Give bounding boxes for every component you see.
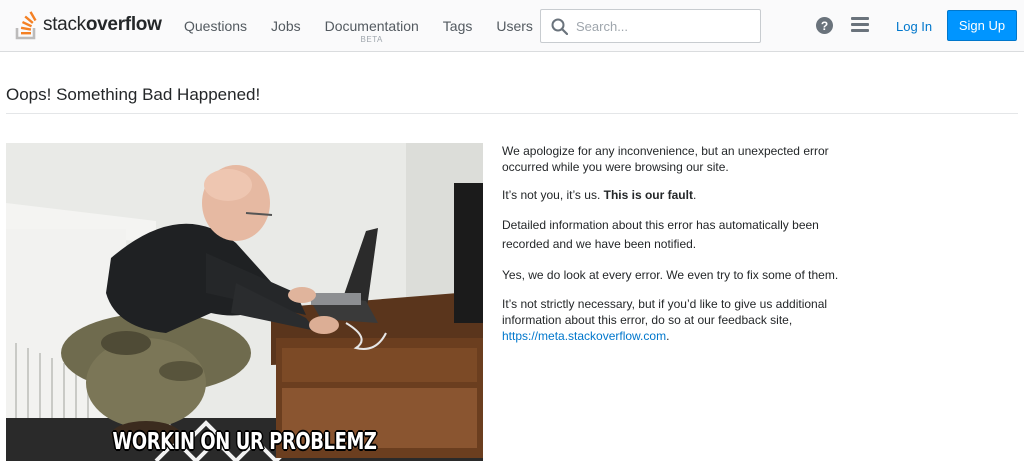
main-nav: Questions Jobs Documentation BETA Tags Us… bbox=[172, 0, 545, 52]
look-at-errors-text: Yes, we do look at every error. We even … bbox=[502, 268, 839, 282]
page-title: Oops! Something Bad Happened! bbox=[6, 85, 261, 104]
nav-documentation[interactable]: Documentation BETA bbox=[313, 0, 431, 52]
nav-questions[interactable]: Questions bbox=[172, 0, 259, 52]
beta-badge: BETA bbox=[360, 35, 383, 44]
top-bar: stackoverflow Questions Jobs Documentati… bbox=[0, 0, 1024, 52]
fault-text: It’s not you, it’s us. This is our fault… bbox=[502, 188, 697, 202]
divider bbox=[6, 113, 1018, 114]
stackoverflow-logo-icon bbox=[14, 9, 40, 41]
feedback-link[interactable]: https://meta.stackoverflow.com bbox=[502, 329, 666, 343]
site-switcher-icon[interactable] bbox=[851, 17, 869, 33]
stackoverflow-logo[interactable]: stackoverflow bbox=[14, 8, 162, 42]
signup-button[interactable]: Sign Up bbox=[947, 10, 1017, 41]
help-icon[interactable]: ? bbox=[816, 17, 833, 34]
error-image: WORKIN ON UR PROBLEMZ bbox=[6, 143, 483, 461]
recorded-text: Detailed information about this error ha… bbox=[502, 218, 819, 251]
login-link[interactable]: Log In bbox=[890, 14, 938, 38]
image-caption: WORKIN ON UR PROBLEMZ bbox=[112, 429, 377, 455]
logo-text: stackoverflow bbox=[43, 14, 162, 35]
nav-jobs[interactable]: Jobs bbox=[259, 0, 313, 52]
apology-text: We apologize for any inconvenience, but … bbox=[502, 144, 829, 174]
nav-tags[interactable]: Tags bbox=[431, 0, 485, 52]
feedback-text: It’s not strictly necessary, but if you’… bbox=[502, 297, 828, 343]
search-input[interactable] bbox=[576, 18, 746, 34]
fault-emphasis: This is our fault bbox=[603, 188, 693, 202]
nav-users[interactable]: Users bbox=[484, 0, 545, 52]
search-icon bbox=[551, 18, 568, 35]
search-box[interactable] bbox=[540, 9, 761, 43]
